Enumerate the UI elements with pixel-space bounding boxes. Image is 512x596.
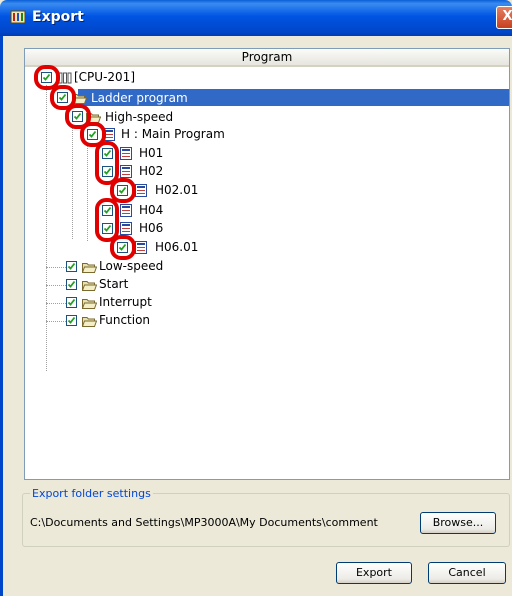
checkmark-icon xyxy=(118,243,127,251)
export-button[interactable]: Export xyxy=(336,562,412,584)
checkmark-icon xyxy=(73,112,82,120)
tree-node-label: H : Main Program xyxy=(121,127,225,141)
tree-node-label: H02.01 xyxy=(155,183,199,197)
export-folder-path: C:\Documents and Settings\MP3000A\My Doc… xyxy=(30,516,378,529)
cancel-button-label: Cancel xyxy=(448,566,486,579)
tree-node-label: Ladder program xyxy=(91,91,188,105)
tree-node-label: H02 xyxy=(139,164,164,178)
close-button[interactable]: X xyxy=(496,6,512,29)
tree-line xyxy=(46,267,66,268)
checkbox-h01[interactable] xyxy=(102,148,113,159)
checkmark-icon xyxy=(67,298,76,306)
program-tree[interactable]: Program [CPU-201] Ladder program High-sp… xyxy=(24,48,510,480)
checkbox-interrupt[interactable] xyxy=(66,297,77,308)
tree-line xyxy=(46,85,47,371)
tree-node-label: H01 xyxy=(139,146,164,160)
tree-node-label: H06 xyxy=(139,221,164,235)
program-icon xyxy=(120,147,132,160)
checkbox-start[interactable] xyxy=(66,279,77,290)
checkbox-main-program[interactable] xyxy=(87,129,98,140)
program-icon xyxy=(120,222,132,235)
browse-button-label: Browse... xyxy=(432,516,484,529)
checkmark-icon xyxy=(103,224,112,232)
checkbox-h02[interactable] xyxy=(102,166,113,177)
folder-icon xyxy=(82,317,97,327)
program-icon xyxy=(120,165,132,178)
cancel-button[interactable]: Cancel xyxy=(428,562,506,584)
tree-node-label: Function xyxy=(99,313,151,327)
checkmark-icon xyxy=(67,316,76,324)
close-icon: X xyxy=(502,9,512,24)
checkmark-icon xyxy=(67,262,76,270)
checkbox-function[interactable] xyxy=(66,315,77,326)
folder-icon xyxy=(82,299,97,309)
tree-node-label: H06.01 xyxy=(155,240,199,254)
cpu-icon xyxy=(58,72,72,84)
checkbox-h04[interactable] xyxy=(102,205,113,216)
tree-node-label: Start xyxy=(99,277,129,291)
program-column-header[interactable]: Program xyxy=(25,49,509,67)
checkbox-low-speed[interactable] xyxy=(66,261,77,272)
tree-node-label: High-speed xyxy=(105,110,174,124)
tree-node-label: [CPU-201] xyxy=(74,70,135,84)
checkbox-high-speed[interactable] xyxy=(72,111,83,122)
folder-icon xyxy=(82,281,97,291)
program-icon xyxy=(135,184,147,197)
checkmark-icon xyxy=(58,93,67,101)
title-bar: Export X xyxy=(0,0,512,36)
tree-line xyxy=(72,125,73,239)
checkmark-icon xyxy=(42,73,51,81)
program-icon xyxy=(103,128,115,141)
tree-node-label: Low-speed xyxy=(99,259,164,273)
browse-button[interactable]: Browse... xyxy=(420,512,496,534)
tree-node-label: Interrupt xyxy=(99,295,152,309)
program-icon xyxy=(120,204,132,217)
tree-line xyxy=(46,303,66,304)
tree-line xyxy=(87,145,88,241)
export-button-label: Export xyxy=(355,566,392,579)
checkmark-icon xyxy=(118,186,127,194)
folder-icon xyxy=(82,263,97,273)
checkbox-h02-01[interactable] xyxy=(117,185,128,196)
checkbox-h06[interactable] xyxy=(102,223,113,234)
folder-open-icon xyxy=(86,113,101,123)
checkmark-icon xyxy=(103,206,112,214)
checkmark-icon xyxy=(103,149,112,157)
program-icon xyxy=(135,241,147,254)
tree-line xyxy=(46,285,66,286)
checkmark-icon xyxy=(103,167,112,175)
tree-line xyxy=(46,321,66,322)
checkbox-h06-01[interactable] xyxy=(117,242,128,253)
export-folder-legend: Export folder settings xyxy=(30,487,153,500)
tree-node-label: H04 xyxy=(139,203,164,217)
checkmark-icon xyxy=(88,130,97,138)
window-title: Export xyxy=(32,9,84,25)
checkmark-icon xyxy=(67,280,76,288)
export-app-icon xyxy=(10,10,26,24)
folder-open-icon xyxy=(72,94,87,104)
checkbox-ladder-program[interactable] xyxy=(57,92,68,103)
checkbox-cpu-201[interactable] xyxy=(41,72,52,83)
